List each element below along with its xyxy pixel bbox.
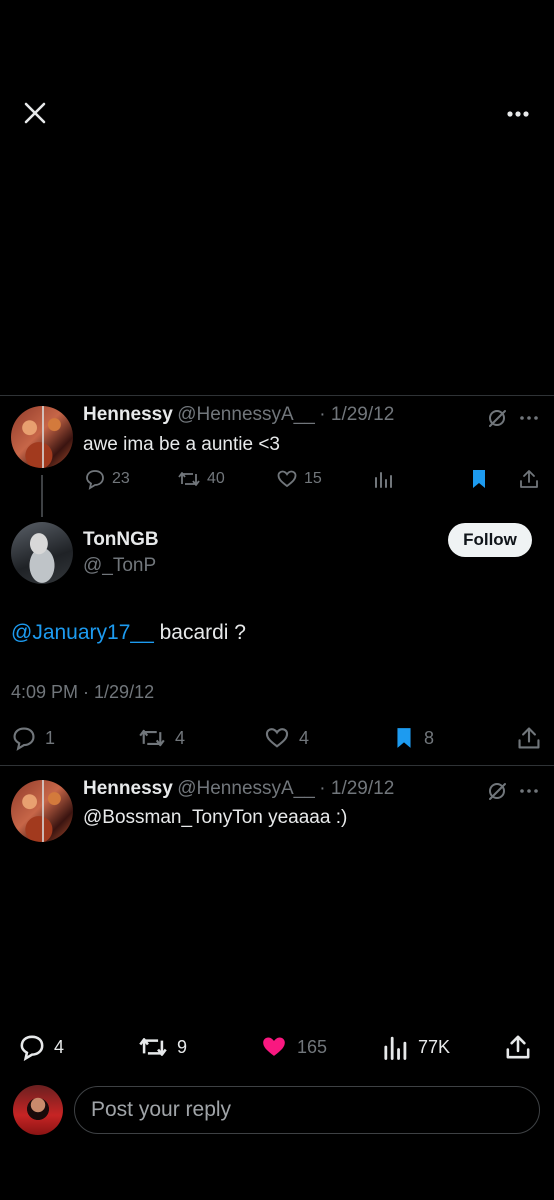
heart-icon [265, 728, 289, 748]
avatar[interactable] [11, 406, 73, 468]
retweet-count: 40 [207, 470, 225, 487]
analytics-icon [384, 1036, 407, 1060]
avatar[interactable] [11, 522, 73, 584]
reply-input[interactable]: Post your reply [74, 1086, 540, 1134]
reply-icon [13, 727, 35, 751]
reply-button[interactable]: 4 [18, 1033, 64, 1061]
reply-button[interactable]: 1 [11, 725, 55, 751]
reply-count: 1 [45, 727, 56, 748]
follow-button[interactable]: Follow [448, 523, 532, 557]
close-icon [24, 102, 46, 124]
analytics-icon [375, 472, 392, 488]
reply-count: 4 [54, 1036, 65, 1057]
grok-icon [489, 410, 506, 427]
retweet-button[interactable]: 4 [137, 725, 185, 751]
tweet-text: @January17__ bacardi ? [11, 621, 246, 645]
display-name[interactable]: Hennessy [83, 404, 173, 425]
view-count: 77K [418, 1036, 451, 1057]
tweet-date: · 1/29/12 [319, 778, 395, 799]
retweet-icon [178, 472, 200, 486]
reply-count: 23 [112, 470, 130, 487]
reply-placeholder: Post your reply [91, 1098, 232, 1121]
user-handle[interactable]: @HennessyA__ [177, 778, 315, 799]
reply-button[interactable]: 23 [84, 468, 130, 490]
heart-filled-icon [263, 1037, 285, 1056]
grok-icon [489, 783, 506, 800]
like-button[interactable]: 165 [259, 1033, 327, 1061]
bookmark-filled-icon [397, 728, 411, 748]
mention-link[interactable]: @January17__ [11, 621, 154, 644]
share-icon [506, 1035, 530, 1059]
share-button[interactable] [516, 725, 542, 751]
share-button[interactable] [518, 468, 540, 490]
divider [0, 765, 554, 766]
user-handle[interactable]: @_TonP [83, 555, 156, 577]
more-options-button[interactable] [502, 100, 534, 128]
tweet-date: · 1/29/12 [319, 404, 395, 425]
views-button[interactable] [372, 468, 394, 490]
user-handle[interactable]: @HennessyA__ [177, 404, 315, 425]
tweet-more-button[interactable] [518, 780, 540, 802]
bookmark-button[interactable]: 8 [392, 725, 434, 751]
views-button[interactable]: 77K [382, 1033, 450, 1061]
retweet-count: 4 [175, 727, 186, 748]
avatar[interactable] [11, 780, 73, 842]
tweet-header: Hennessy @HennessyA__ · 1/29/12 [83, 404, 394, 426]
grok-button[interactable] [486, 407, 508, 429]
tweet-timestamp: 4:09 PM · 1/29/12 [11, 682, 155, 702]
like-button[interactable]: 4 [263, 725, 309, 751]
retweet-icon [139, 729, 165, 747]
retweet-count: 9 [177, 1036, 188, 1057]
like-count: 165 [297, 1036, 328, 1057]
bookmark-count: 8 [424, 727, 435, 748]
heart-icon [277, 470, 297, 488]
bookmark-button[interactable] [468, 468, 490, 490]
reply-icon [20, 1035, 44, 1061]
tweet-body: bacardi ? [153, 621, 246, 644]
close-button[interactable] [20, 98, 50, 128]
more-horizontal-icon [507, 111, 529, 117]
divider [0, 395, 554, 396]
share-button[interactable] [504, 1033, 532, 1061]
like-button[interactable]: 15 [276, 468, 322, 490]
share-icon [518, 727, 540, 749]
retweet-button[interactable]: 40 [177, 468, 225, 490]
display-name[interactable]: Hennessy [83, 778, 173, 799]
thread-connector [41, 475, 43, 517]
bookmark-filled-icon [473, 470, 485, 488]
tweet-text: awe ima be a auntie <3 [83, 434, 280, 455]
grok-button[interactable] [486, 780, 508, 802]
tweet-more-button[interactable] [518, 407, 540, 429]
more-horizontal-icon [520, 789, 538, 793]
tweet-text: @Bossman_TonyTon yeaaaa :) [83, 807, 348, 828]
reply-icon [86, 470, 104, 490]
more-horizontal-icon [520, 416, 538, 420]
share-icon [520, 470, 538, 488]
current-user-avatar[interactable] [13, 1085, 63, 1135]
display-name[interactable]: TonNGB [83, 529, 159, 551]
retweet-button[interactable]: 9 [137, 1033, 187, 1061]
like-count: 15 [304, 470, 322, 487]
tweet-header: Hennessy @HennessyA__ · 1/29/12 [83, 778, 394, 800]
like-count: 4 [299, 727, 310, 748]
retweet-icon [139, 1038, 167, 1056]
